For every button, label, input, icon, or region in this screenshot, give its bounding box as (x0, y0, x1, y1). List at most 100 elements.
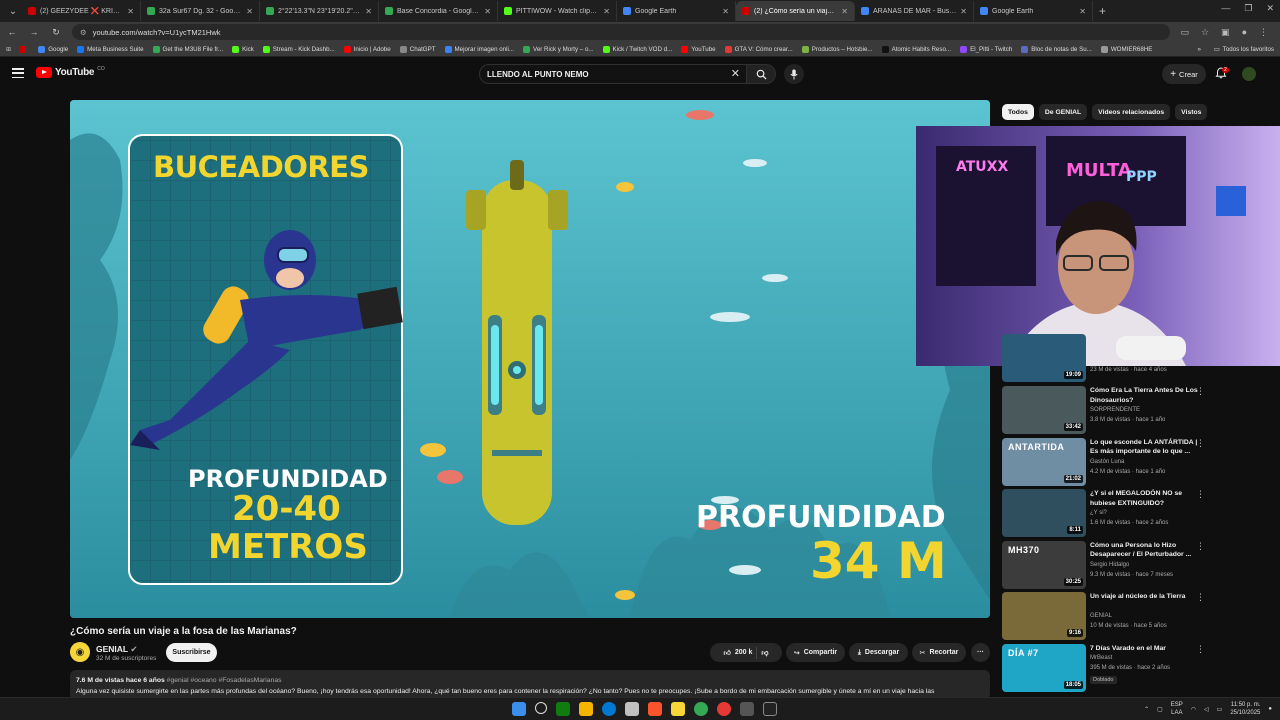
search-input[interactable]: LLENDO AL PUNTO NEMO ✕ (479, 64, 747, 84)
voice-search-button[interactable] (784, 64, 804, 84)
more-options-icon[interactable]: ⋮ (1196, 489, 1205, 500)
tray-chevron-icon[interactable]: ⌃ (1144, 706, 1149, 713)
subscribe-button[interactable]: Suscribirse (166, 643, 217, 662)
taskbar-search-icon[interactable] (535, 702, 547, 714)
bookmark-item[interactable]: Bloc de notas de Su... (1021, 45, 1092, 53)
filter-chip[interactable]: Todos (1002, 104, 1034, 120)
tray-app-icon[interactable]: ▢ (1157, 706, 1163, 713)
site-info-icon[interactable]: ⚙ (80, 28, 87, 37)
video-title[interactable]: Cómo Era La Tierra Antes De Los Dinosaur… (1090, 386, 1200, 405)
tab-close-icon[interactable]: ✕ (841, 7, 848, 16)
recommendation-item[interactable]: DÍA #7 18:05 7 Días Varado en el Mar MrBe… (1002, 643, 1272, 692)
volume-icon[interactable]: ◁ (1204, 706, 1209, 713)
filter-chip[interactable]: Videos relacionados (1092, 104, 1171, 120)
recommendation-item[interactable]: 8:11 ¿Y si el MEGALODÓN NO se hubiese EX… (1002, 489, 1272, 537)
bookmark-item[interactable]: ChatGPT (399, 45, 436, 53)
tab-close-icon[interactable]: ✕ (603, 7, 610, 16)
bookmark-item[interactable]: Inicio | Adobe (343, 45, 391, 53)
input-language[interactable]: ESP LAA (1171, 701, 1183, 717)
edge-icon[interactable] (602, 702, 616, 716)
browser-tab[interactable]: (2) ¿Cómo sería un viaje a la fos ✕ (736, 1, 855, 21)
reload-icon[interactable]: ↻ (50, 27, 62, 38)
video-channel[interactable]: Sergio Hidalgo (1090, 562, 1129, 568)
video-channel[interactable]: MrBeast (1090, 655, 1112, 661)
tab-close-icon[interactable]: ✕ (484, 7, 491, 16)
tab-close-icon[interactable]: ✕ (722, 7, 729, 16)
description-tags[interactable]: #genial #oceano #FosadelasMarianas (167, 677, 282, 684)
recommendation-partial[interactable]: 19:09 23 M de vistas · hace 4 años (1002, 334, 1272, 382)
close-window-icon[interactable]: ✕ (1266, 3, 1274, 14)
tab-close-icon[interactable]: ✕ (960, 7, 967, 16)
recommendation-item[interactable]: ANTARTIDA 21:02 Lo que esconde LA ANTÁRTI… (1002, 437, 1272, 486)
browser-tab[interactable]: (2) GEEZYDEE ❌ KRIS R - PARA ✕ (22, 1, 141, 21)
tab-close-icon[interactable]: ✕ (246, 7, 253, 16)
all-bookmarks[interactable]: » ▭ Todos los favoritos (1197, 46, 1274, 53)
bookmark-item[interactable]: YouTube (681, 45, 716, 53)
browser-tab[interactable]: Google Earth ✕ (974, 1, 1093, 21)
video-channel[interactable]: ¿Y si? (1090, 510, 1107, 516)
share-button[interactable]: ↪ Compartir (786, 643, 845, 662)
video-title[interactable]: ¿Y si el MEGALODÓN NO se hubiese EXTINGU… (1090, 489, 1200, 508)
minimize-icon[interactable]: — (1221, 3, 1230, 14)
clock[interactable]: 11:50 p. m. 25/10/2025 (1230, 701, 1260, 717)
browser-tab[interactable]: ARAÑAS DE MAR - Buscar con G ✕ (855, 1, 974, 21)
more-options-icon[interactable]: ⋮ (1196, 541, 1205, 552)
photos-icon[interactable] (625, 702, 639, 716)
notes-icon[interactable] (671, 702, 685, 716)
brave-icon[interactable] (648, 702, 662, 716)
xbox-icon[interactable] (556, 702, 570, 716)
browser-tab[interactable]: Base Concordia - Google Maps ✕ (379, 1, 498, 21)
maximize-icon[interactable]: ❐ (1244, 3, 1252, 14)
bookmark-item[interactable]: GTA V: Cómo crear... (724, 45, 793, 53)
video-title[interactable]: Un viaje al núcleo de la Tierra (1090, 592, 1200, 602)
menu-icon[interactable] (12, 68, 24, 78)
bookmark-item[interactable]: Get the M3U8 File fr... (152, 45, 223, 53)
url-field[interactable]: ⚙ youtube.com/watch?v=U1ycTM21Hwk (72, 24, 1171, 40)
more-options-icon[interactable]: ⋮ (1196, 438, 1205, 449)
video-player[interactable]: BUCEADORES PROFUNDIDAD 20-40 METROS PROF… (70, 100, 990, 618)
tab-close-icon[interactable]: ✕ (1079, 7, 1086, 16)
more-bookmarks-icon[interactable]: » (1197, 46, 1200, 53)
recommendation-item[interactable]: 9:16 Un viaje al núcleo de la Tierra GEN… (1002, 592, 1272, 640)
browser-tab[interactable]: Google Earth ✕ (617, 1, 736, 21)
channel-avatar[interactable]: ◉ (70, 642, 90, 662)
tab-close-icon[interactable]: ✕ (365, 7, 372, 16)
obs-icon[interactable] (740, 702, 754, 716)
download-button[interactable]: ⤓ Descargar (849, 643, 908, 662)
video-title[interactable]: 7 Días Varado en el Mar (1090, 644, 1200, 654)
video-channel[interactable]: SORPRENDENTE (1090, 407, 1140, 413)
like-button[interactable]: 👍︎ 200 k (724, 648, 753, 657)
bookmark-item[interactable]: Google (38, 45, 68, 53)
video-thumbnail[interactable]: 33:42 (1002, 386, 1086, 434)
bookmark-item[interactable]: Ver Rick y Morty – o... (523, 45, 594, 53)
video-thumbnail[interactable]: 8:11 (1002, 489, 1086, 537)
bookmark-item[interactable]: Meta Business Suite (77, 45, 144, 53)
create-button[interactable]: + Crear (1162, 64, 1206, 84)
video-thumbnail[interactable]: ANTARTIDA 21:02 (1002, 437, 1086, 486)
menu-dots-icon[interactable]: ⋮ (1259, 27, 1268, 38)
dislike-button[interactable]: 👎︎ (761, 648, 768, 657)
video-title[interactable]: Lo que esconde LA ANTÁRTIDA | Es más imp… (1090, 438, 1200, 457)
bookmark-item[interactable]: Kick / Twitch VOD d... (602, 45, 672, 53)
bookmark-item[interactable]: El_Pitti - Twitch (960, 45, 1012, 53)
clip-button[interactable]: ✂ Recortar (912, 643, 966, 662)
app-red-icon[interactable] (717, 702, 731, 716)
recommendation-item[interactable]: 33:42 Cómo Era La Tierra Antes De Los Di… (1002, 386, 1272, 434)
wifi-icon[interactable]: ◠ (1191, 706, 1196, 713)
recommendation-item[interactable]: MH370 30:25 Cómo una Persona lo Hizo Desa… (1002, 540, 1272, 589)
file-explorer-icon[interactable] (579, 702, 593, 716)
app-dark-icon[interactable] (763, 702, 777, 716)
bookmark-item[interactable]: WOMIER68HE (1100, 45, 1152, 53)
clear-search-icon[interactable]: ✕ (731, 67, 740, 80)
bookmark-item[interactable]: Stream - Kick Dashb... (262, 45, 335, 53)
bookmark-item[interactable]: Productos – Hotsbie... (801, 45, 873, 53)
tab-close-icon[interactable]: ✕ (127, 7, 134, 16)
video-thumbnail[interactable]: DÍA #7 18:05 (1002, 643, 1086, 692)
browser-tab[interactable]: PITTIWOW - Watch clips on Kick ✕ (498, 1, 617, 21)
video-thumbnail[interactable]: 19:09 (1002, 334, 1086, 382)
browser-tab[interactable]: 32a Sur67 Dg. 32 - Google Maps ✕ (141, 1, 260, 21)
more-options-icon[interactable]: ⋮ (1196, 386, 1205, 397)
more-options-icon[interactable]: ⋮ (1196, 592, 1205, 603)
notification-center-icon[interactable]: ● (1268, 706, 1272, 712)
video-description[interactable]: 7.6 M de vistas hace 6 años #genial #oce… (70, 670, 990, 700)
